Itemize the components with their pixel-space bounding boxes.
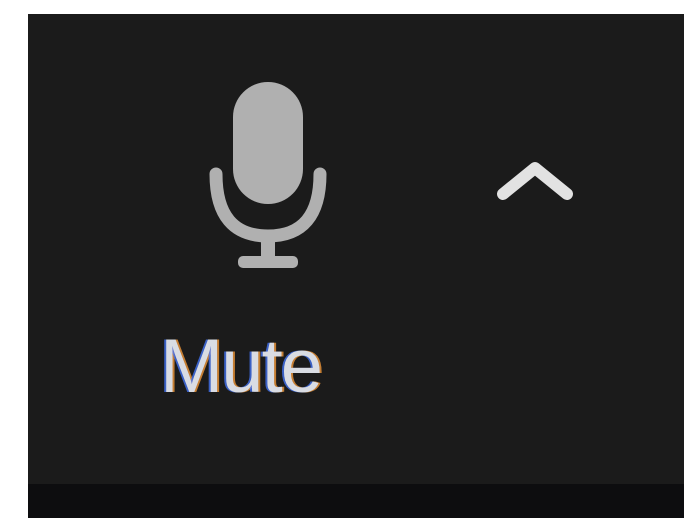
meeting-toolbar: Mute bbox=[28, 14, 684, 518]
mute-button[interactable]: Mute bbox=[138, 74, 398, 424]
mute-label: Mute bbox=[160, 324, 323, 409]
microphone-icon bbox=[198, 74, 338, 274]
chevron-up-icon bbox=[493, 162, 577, 210]
bottom-edge bbox=[28, 484, 684, 518]
audio-options-button[interactable] bbox=[493, 156, 577, 206]
